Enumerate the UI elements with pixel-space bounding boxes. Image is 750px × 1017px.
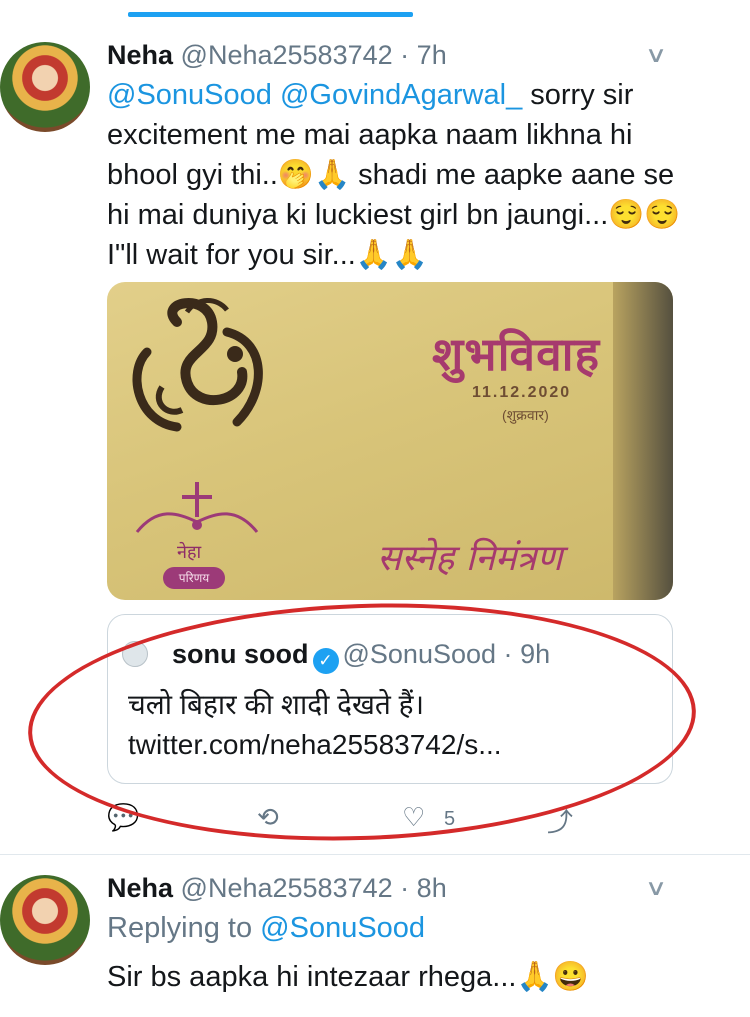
like-icon[interactable]: ♡ — [402, 802, 425, 833]
ornament-icon — [135, 482, 259, 533]
card-title: शुभविवाह — [432, 327, 601, 381]
card-label: परिणय — [163, 567, 225, 589]
quoted-author-name: sonu sood — [172, 639, 309, 669]
tweet-text: @SonuSood @GovindAgarwal_ sorry sir exci… — [107, 75, 697, 275]
image-edge-shadow — [613, 282, 673, 600]
avatar[interactable] — [0, 875, 90, 965]
tweet-header: Neha @Neha25583742 · 8h — [107, 873, 447, 904]
separator: · — [400, 873, 410, 903]
avatar[interactable] — [0, 42, 90, 132]
card-bride-name: नेहा — [177, 542, 202, 562]
separator: · — [503, 639, 513, 669]
share-icon[interactable]: ⤴ — [547, 802, 573, 839]
author-name[interactable]: Neha — [107, 40, 173, 70]
author-handle[interactable]: @Neha25583742 — [181, 40, 393, 70]
quoted-tweet-header: sonu sood ✓ @SonuSood · 9h — [172, 639, 550, 674]
replying-to-line: Replying to @SonuSood — [107, 912, 425, 945]
mention-link[interactable]: @SonuSood — [260, 912, 425, 944]
mention-link[interactable]: @GovindAgarwal_ — [280, 79, 522, 111]
card-invitation-text: सस्नेह निमंत्रण — [377, 538, 563, 579]
quoted-avatar — [122, 641, 148, 667]
timestamp[interactable]: 8h — [417, 873, 447, 903]
separator: · — [400, 40, 410, 70]
quoted-author-handle: @SonuSood — [342, 639, 497, 669]
card-date: 11.12.2020 — [472, 384, 572, 401]
retweet-icon[interactable]: ⟲ — [257, 802, 279, 833]
ganesh-illustration — [132, 298, 263, 432]
like-count: 5 — [444, 808, 456, 830]
card-day: (शुक्रवार) — [502, 407, 549, 423]
tweet-media-image[interactable]: शुभविवाह 11.12.2020 (शुक्रवार) नेहा परिण… — [107, 282, 673, 600]
reply-icon[interactable]: 💬 — [107, 802, 139, 833]
verified-badge-icon: ✓ — [312, 648, 339, 674]
chevron-down-icon[interactable]: ∨ — [645, 875, 668, 901]
tweet-actions: 💬 ⟲ ♡ 5 ⤴ — [107, 802, 587, 842]
tweet-text: Sir bs aapka hi intezaar rhega...🙏😀 — [107, 961, 589, 993]
timestamp[interactable]: 7h — [417, 40, 447, 70]
author-handle[interactable]: @Neha25583742 — [181, 873, 393, 903]
author-name[interactable]: Neha — [107, 873, 173, 903]
tweet-header: Neha @Neha25583742 · 7h — [107, 40, 447, 71]
chevron-down-icon[interactable]: ∨ — [645, 42, 668, 68]
tweet-divider — [0, 854, 750, 855]
quoted-tweet[interactable]: sonu sood ✓ @SonuSood · 9h चलो बिहार की शा… — [107, 614, 673, 784]
replying-to-label: Replying to — [107, 912, 253, 944]
quoted-tweet-text: चलो बिहार की शादी देखते हैं। twitter.com… — [128, 689, 502, 760]
active-tab-indicator — [128, 12, 413, 17]
quoted-timestamp: 9h — [520, 639, 551, 669]
mention-link[interactable]: @SonuSood — [107, 79, 272, 111]
